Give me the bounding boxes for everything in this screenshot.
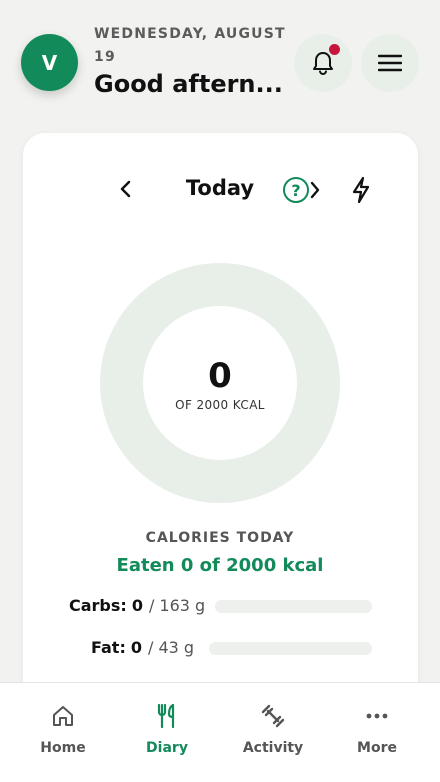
- nav-item-diary[interactable]: Diary: [112, 683, 222, 782]
- calories-summary: Eaten 0 of 2000 kcal: [116, 555, 324, 576]
- previous-day-button[interactable]: [118, 178, 134, 200]
- hamburger-menu-icon: [378, 54, 402, 72]
- lightning-bolt-icon: [352, 176, 370, 204]
- nav-label: Diary: [146, 740, 188, 756]
- fork-knife-icon: [157, 703, 175, 729]
- question-mark-icon: ?: [291, 180, 301, 200]
- macro-progress-bar-fat: [209, 642, 372, 655]
- nav-label: Activity: [242, 740, 304, 756]
- calories-section-title: CALORIES TODAY: [145, 530, 295, 546]
- date-label: WEDNESDAY, AUGUST 19: [94, 26, 286, 65]
- nav-label: More: [357, 740, 397, 756]
- nav-label: Home: [40, 740, 86, 756]
- macro-progress-bar-carbs: [215, 600, 372, 613]
- bottom-nav: Home Diary Activity More: [0, 682, 440, 782]
- macro-row-fat: Fat: 0 / 43 g: [91, 638, 194, 657]
- avatar[interactable]: V: [21, 34, 78, 91]
- day-label: Today: [185, 176, 255, 200]
- dumbbell-icon: [261, 704, 285, 728]
- menu-button[interactable]: [361, 34, 419, 92]
- macro-target: / 163 g: [148, 596, 206, 615]
- notification-dot: [329, 44, 340, 55]
- calories-goal-label: OF 2000 KCAL: [175, 398, 265, 412]
- nav-item-activity[interactable]: Activity: [218, 683, 328, 782]
- calories-eaten-value: 0: [208, 356, 232, 396]
- nav-item-home[interactable]: Home: [8, 683, 118, 782]
- help-button[interactable]: ?: [283, 177, 309, 203]
- macro-label: Carbs:: [69, 596, 127, 615]
- home-icon: [53, 706, 73, 726]
- macro-target: / 43 g: [147, 638, 195, 657]
- macro-value: 0: [130, 638, 142, 657]
- quick-add-button[interactable]: [350, 176, 372, 204]
- macro-label: Fat:: [91, 638, 126, 657]
- next-day-button[interactable]: [308, 179, 322, 201]
- macro-row-carbs: Carbs: 0 / 163 g: [69, 596, 205, 615]
- avatar-initial: V: [41, 50, 58, 75]
- notifications-button[interactable]: [294, 34, 352, 92]
- chevron-left-icon: [120, 180, 131, 198]
- more-icon: [366, 713, 388, 719]
- chevron-right-icon: [310, 181, 320, 199]
- nav-item-more[interactable]: More: [322, 683, 432, 782]
- greeting-title: Good aftern...: [94, 70, 283, 98]
- macro-value: 0: [131, 596, 143, 615]
